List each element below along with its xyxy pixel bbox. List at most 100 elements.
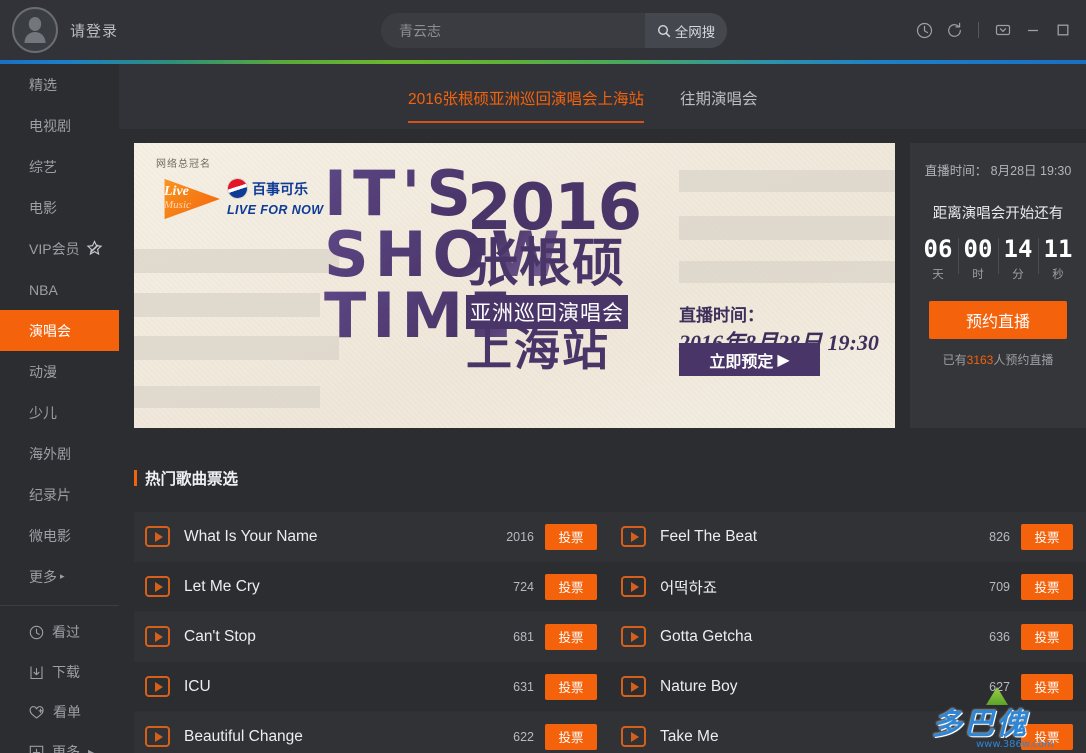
play-icon[interactable] [621,626,646,647]
login-label[interactable]: 请登录 [70,20,118,41]
table-row[interactable]: Take Me 投票 [610,712,1086,753]
sidebar-item-label: 精选 [29,76,57,93]
play-icon[interactable] [621,726,646,747]
sidebar-item-label: 更多 [52,744,80,753]
table-row[interactable]: Nature Boy 627 投票 [610,662,1086,712]
table-row[interactable]: ICU 631 投票 [134,662,610,712]
table-row[interactable]: Feel The Beat 826 投票 [610,512,1086,562]
sidebar-item-watchlist[interactable]: 看单 [0,692,119,732]
sidebar-item-tvseries[interactable]: 电视剧 [0,105,119,146]
play-icon[interactable] [621,576,646,597]
vote-button[interactable]: 投票 [1021,673,1073,700]
sidebar-item-microfilm[interactable]: 微电影 [0,515,119,556]
play-arrow-icon: ▶ [777,351,790,369]
banner-book-now-button[interactable]: 立即预定 ▶ [679,343,820,376]
vote-button[interactable]: 投票 [545,623,597,650]
vote-button[interactable]: 投票 [1021,523,1073,550]
sidebar-item-label: 下载 [52,664,80,680]
sidebar-item-vip[interactable]: VIP会员 [0,228,119,269]
sidebar-item-label: 海外剧 [29,445,71,462]
table-row[interactable]: Can't Stop 681 投票 [134,612,610,662]
vote-button[interactable]: 投票 [545,523,597,550]
sidebar-item-jingxuan[interactable]: 精选 [0,64,119,105]
live-music-line1: Live [164,184,189,199]
sidebar-item-label: VIP会员 [29,240,80,257]
countdown-hours-value: 00 [963,235,993,263]
sidebar-item-overseas[interactable]: 海外剧 [0,433,119,474]
reserve-live-button[interactable]: 预约直播 [929,301,1067,339]
sidebar-item-more[interactable]: 更多 ▸ [0,556,119,597]
play-icon[interactable] [621,676,646,697]
play-icon[interactable] [145,676,170,697]
section-title: 热门歌曲票选 [145,471,239,488]
sidebar-item-kids[interactable]: 少儿 [0,392,119,433]
countdown-seconds-unit: 秒 [1052,269,1064,281]
countdown-seconds: 11 秒 [1038,235,1078,282]
minimize-icon[interactable] [1018,15,1048,45]
sidebar-item-movies[interactable]: 电影 [0,187,119,228]
sidebar-item-history[interactable]: 看过 [0,612,119,652]
vote-button[interactable]: 投票 [1021,623,1073,650]
banner-decor-stripe [134,336,339,360]
vote-count: 2016 [506,529,534,544]
refresh-icon[interactable] [939,15,969,45]
live-time-text: 直播时间： 8月28日 19:30 [924,164,1072,178]
play-icon[interactable] [145,626,170,647]
title-bar: 请登录 全网搜 [0,0,1086,60]
concert-banner[interactable]: 网络总冠名 Live Music 百事可乐 LIVE FOR NOW IT'S … [134,143,895,428]
vote-button[interactable]: 投票 [545,673,597,700]
song-title: Take Me [660,727,719,745]
song-title: Can't Stop [184,627,256,645]
vote-button[interactable]: 投票 [545,573,597,600]
live-info-panel: 直播时间： 8月28日 19:30 距离演唱会开始还有 06 天 00 时 14… [910,143,1086,428]
sidebar-item-documentary[interactable]: 纪录片 [0,474,119,515]
live-music-logo: Live Music [154,175,220,223]
sidebar-item-downloads[interactable]: 下载 [0,652,119,692]
play-icon[interactable] [145,576,170,597]
play-icon[interactable] [621,526,646,547]
sidebar-item-label: 电视剧 [29,117,71,134]
sidebar: 精选 电视剧 综艺 电影 VIP会员 NBA 演唱会 动漫 少儿 海外剧 纪录片… [0,64,119,753]
table-row[interactable]: 어떡하죠 709 投票 [610,562,1086,612]
table-row[interactable]: Beautiful Change 622 投票 [134,712,610,753]
history-clock-icon[interactable] [909,15,939,45]
countdown-days-value: 06 [923,235,953,263]
tab-current-concert[interactable]: 2016张根硕亚洲巡回演唱会上海站 [408,64,644,123]
sidebar-item-label: 动漫 [29,363,57,380]
controls-divider [978,22,979,38]
banner-decor-stripe [134,249,339,273]
pepsi-globe-icon [224,175,251,202]
sidebar-item-nba[interactable]: NBA [0,269,119,310]
banner-decor-stripe [679,170,895,192]
banner-decor-stripe [679,216,895,240]
vote-button[interactable]: 投票 [1021,723,1073,750]
sidebar-item-more-bottom[interactable]: 更多 ▸ [0,732,119,753]
table-row[interactable]: What Is Your Name 2016 投票 [134,512,610,562]
minimize-to-tray-icon[interactable] [988,15,1018,45]
countdown-minutes-value: 14 [1003,235,1033,263]
search-all-button[interactable]: 全网搜 [645,13,727,48]
search-input[interactable] [399,22,624,39]
table-row[interactable]: Let Me Cry 724 投票 [134,562,610,612]
avatar[interactable] [12,7,58,53]
sidebar-item-variety[interactable]: 综艺 [0,146,119,187]
sidebar-item-concerts[interactable]: 演唱会 [0,310,119,351]
song-vote-list: What Is Your Name 2016 投票 Let Me Cry 724… [134,512,1086,753]
maximize-icon[interactable] [1048,15,1078,45]
search-box[interactable] [381,13,645,48]
sidebar-item-label: 看过 [52,624,80,640]
vote-button[interactable]: 投票 [545,723,597,750]
tab-past-concerts[interactable]: 往期演唱会 [680,64,758,109]
avatar-circle[interactable] [12,7,58,53]
sidebar-item-label: 演唱会 [29,322,71,339]
vote-button[interactable]: 投票 [1021,573,1073,600]
search-all-label: 全网搜 [674,24,716,40]
sidebar-item-anime[interactable]: 动漫 [0,351,119,392]
clock-history-icon [29,625,44,640]
song-title: 어떡하죠 [660,579,718,597]
play-icon[interactable] [145,726,170,747]
sidebar-item-label: 综艺 [29,158,57,175]
play-icon[interactable] [145,526,170,547]
sidebar-item-label: 微电影 [29,527,71,544]
table-row[interactable]: Gotta Getcha 636 投票 [610,612,1086,662]
